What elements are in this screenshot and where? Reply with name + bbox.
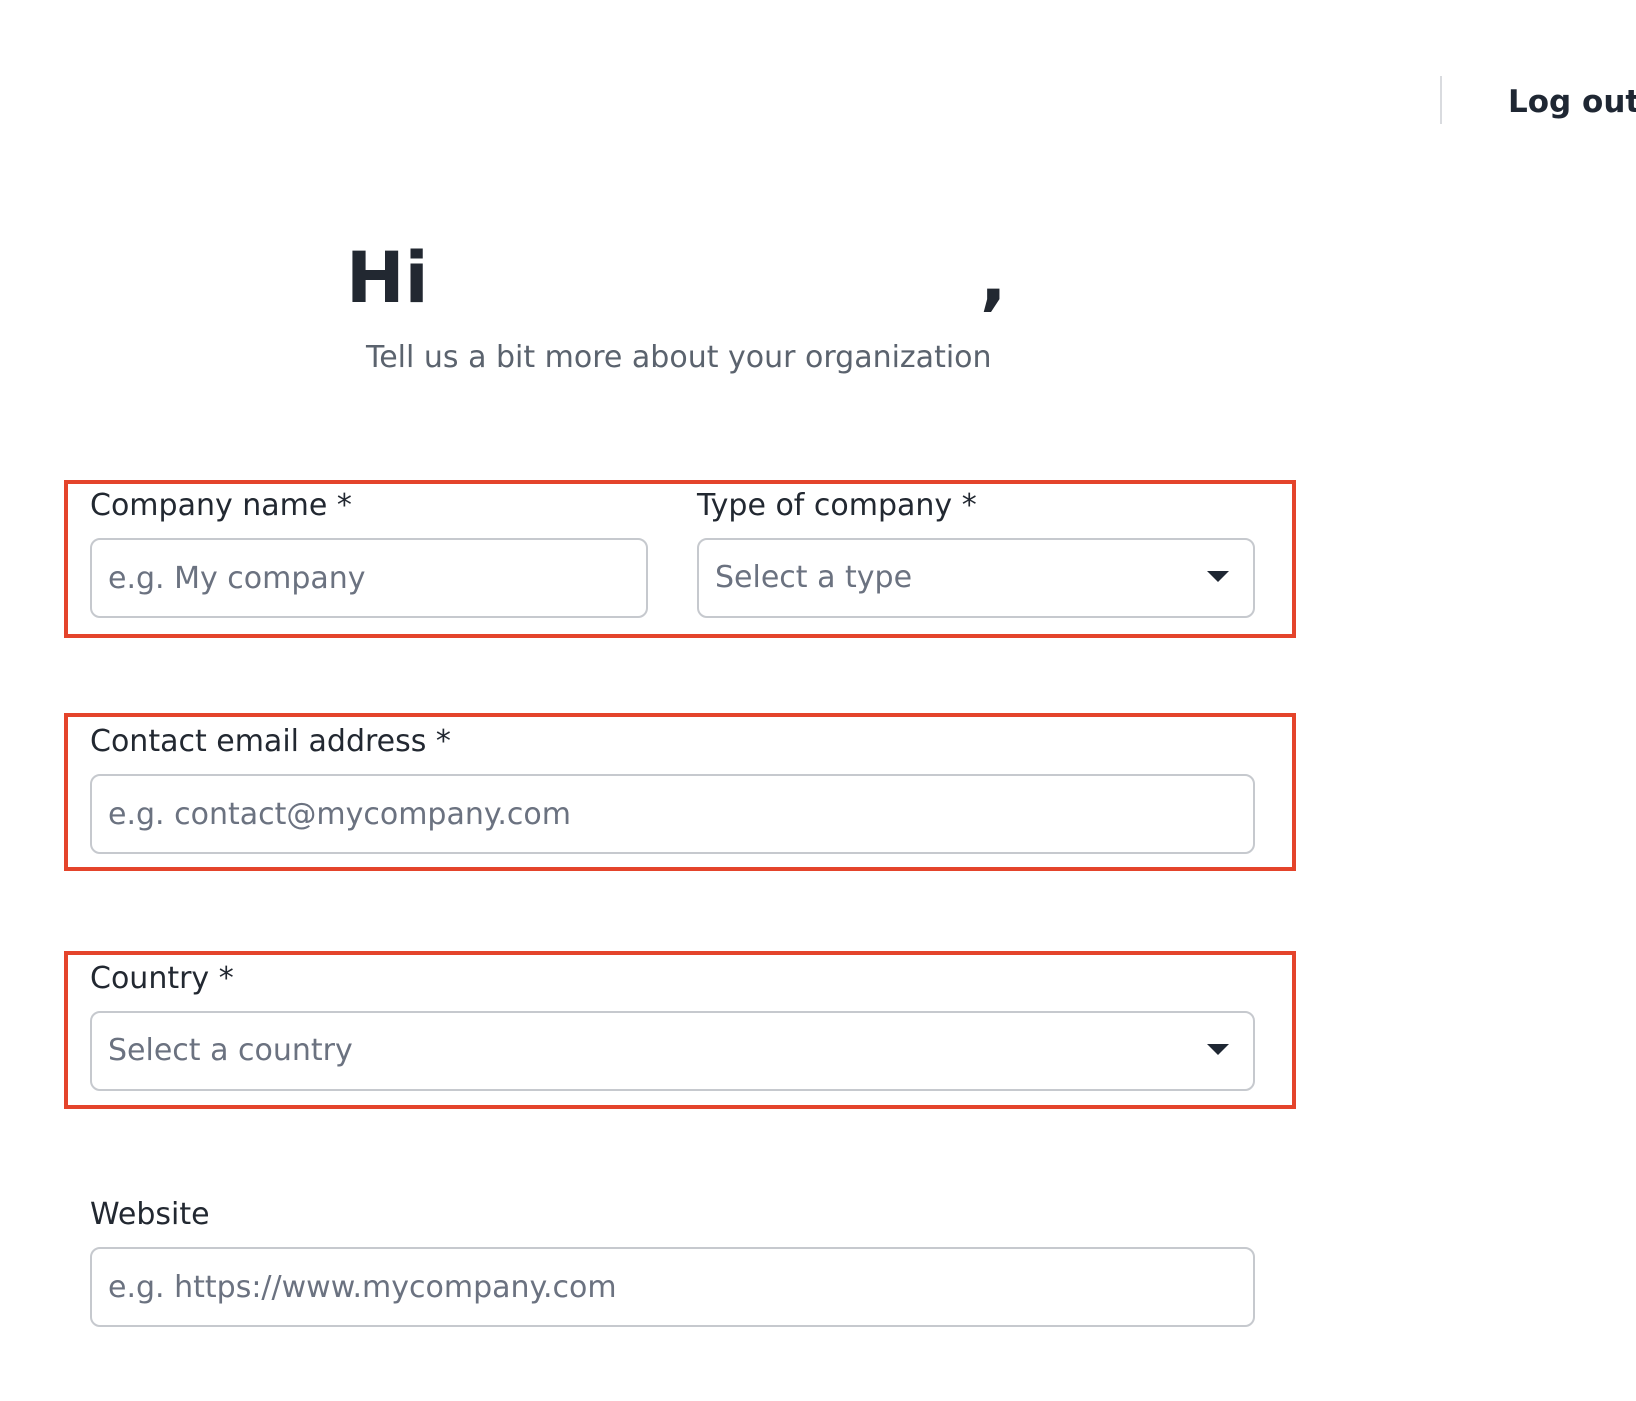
greeting: Hi ,: [346, 237, 1007, 319]
website-field[interactable]: [90, 1247, 1255, 1327]
greeting-hi: Hi: [346, 237, 429, 319]
chevron-down-icon: [1207, 1044, 1229, 1055]
company-type-value: Select a type: [715, 560, 913, 595]
company-name-label: Company name *: [90, 488, 352, 523]
company-type-select[interactable]: Select a type: [697, 538, 1255, 618]
logout-link[interactable]: Log out: [1508, 82, 1636, 122]
greeting-comma: ,: [980, 237, 1007, 319]
country-label: Country *: [90, 961, 234, 996]
contact-email-field[interactable]: [90, 774, 1255, 854]
page-subtitle: Tell us a bit more about your organizati…: [366, 340, 992, 375]
country-select[interactable]: Select a country: [90, 1011, 1255, 1091]
website-input[interactable]: [108, 1249, 1237, 1325]
company-name-input[interactable]: [108, 540, 630, 616]
contact-email-label: Contact email address *: [90, 724, 451, 759]
contact-email-input[interactable]: [108, 776, 1237, 852]
chevron-down-icon: [1207, 571, 1229, 582]
company-name-field[interactable]: [90, 538, 648, 618]
country-value: Select a country: [108, 1033, 353, 1068]
website-label: Website: [90, 1197, 210, 1232]
company-type-label: Type of company *: [697, 488, 977, 523]
topbar-divider: [1440, 76, 1442, 124]
